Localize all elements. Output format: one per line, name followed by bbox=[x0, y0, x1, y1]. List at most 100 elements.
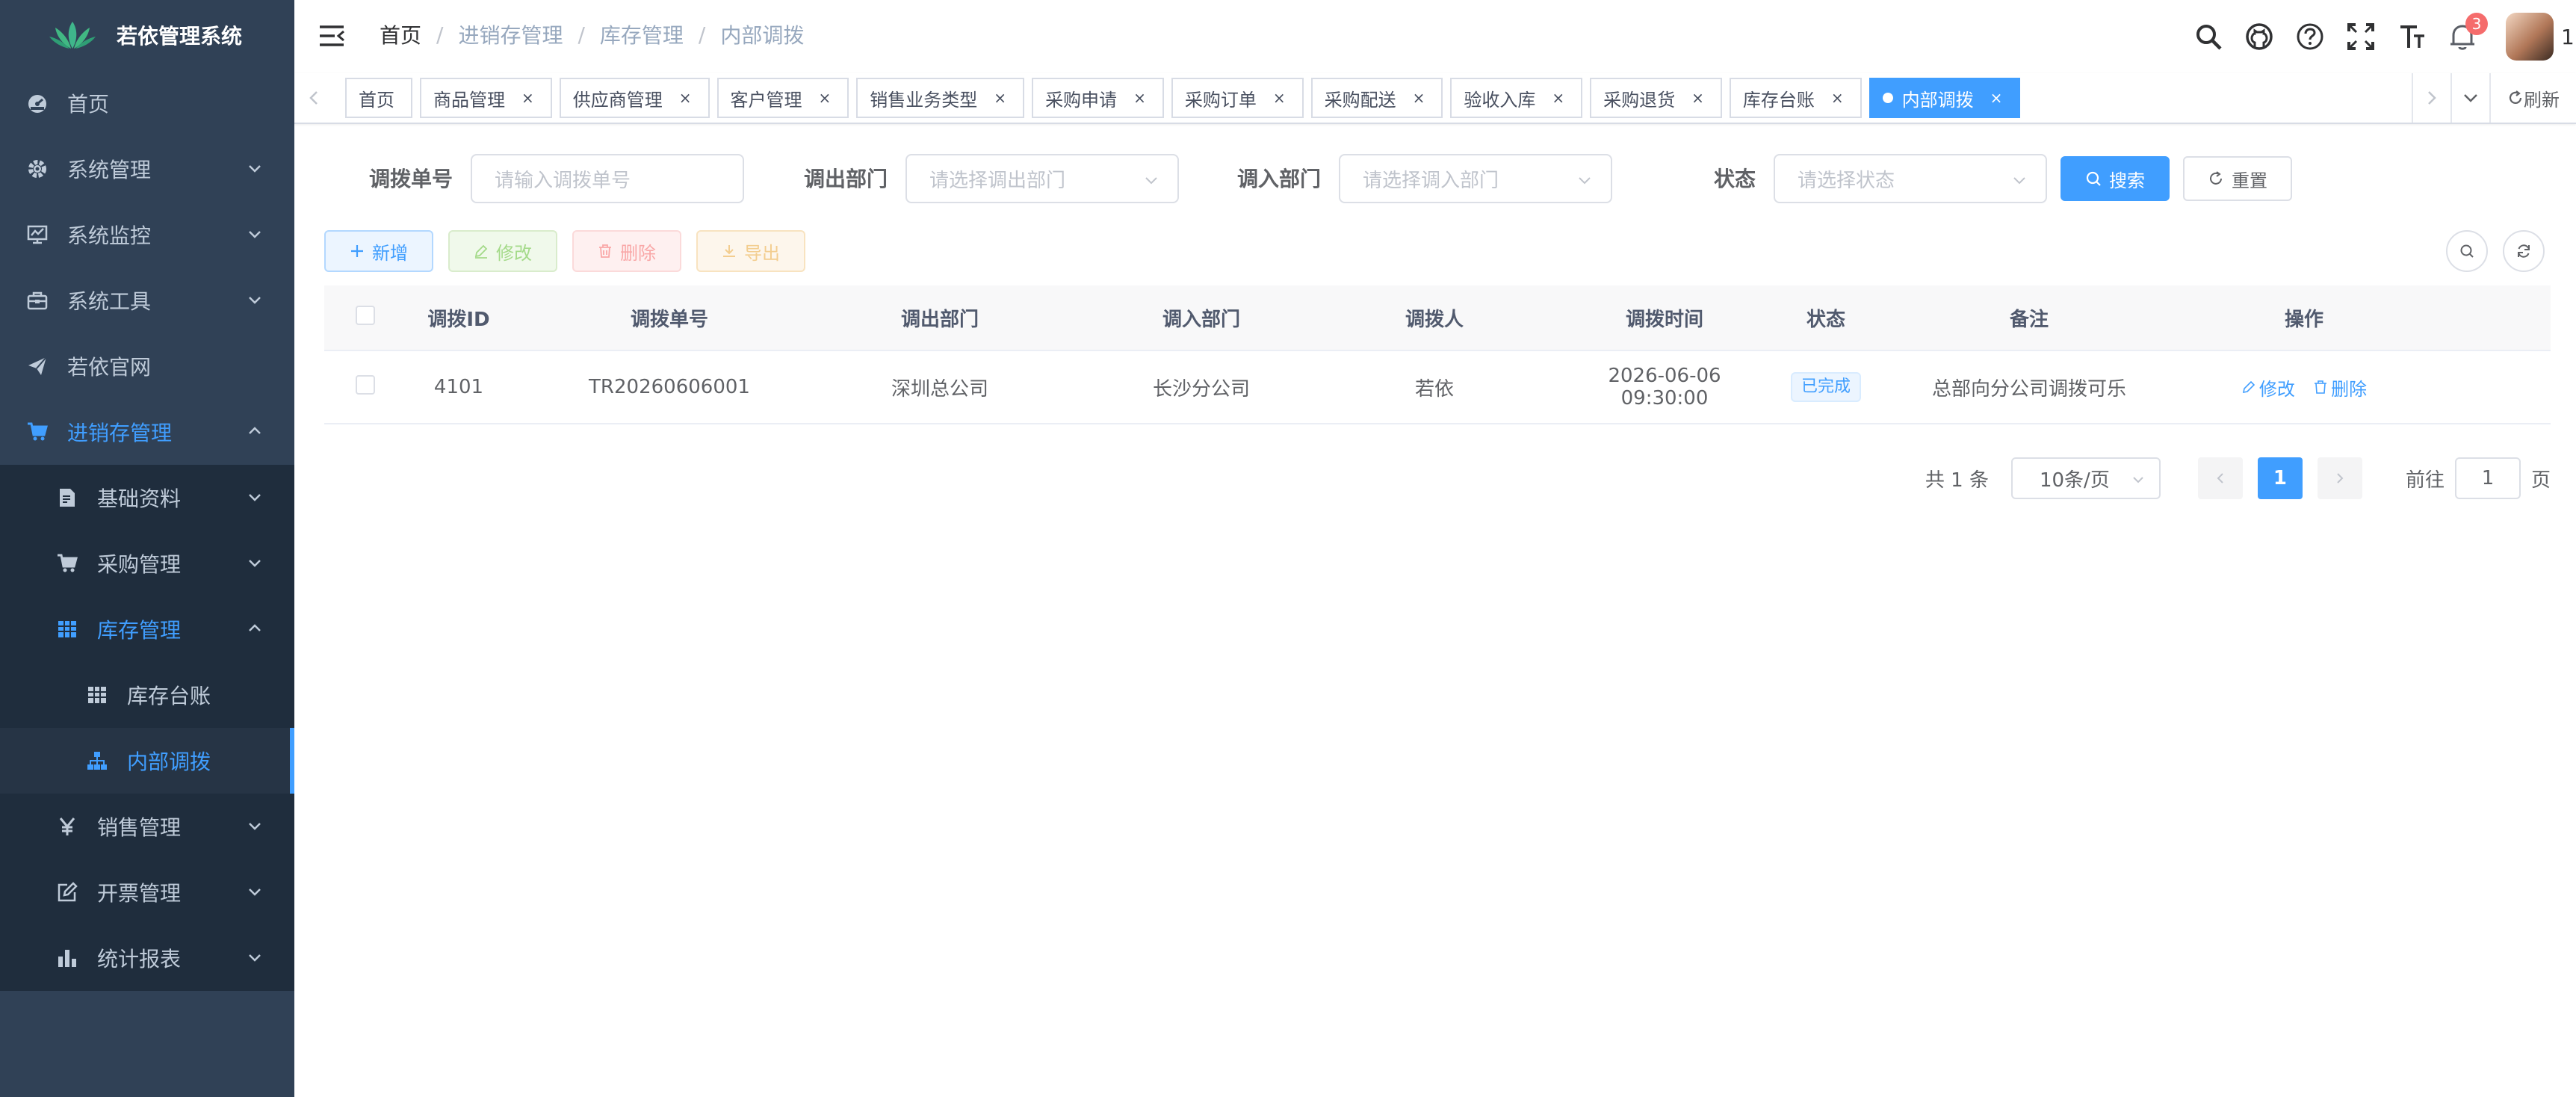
export-button[interactable]: 导出 bbox=[696, 230, 805, 272]
cell-actions: 修改 删除 bbox=[2207, 374, 2401, 401]
question-icon[interactable] bbox=[2295, 22, 2325, 52]
breadcrumb-separator: / bbox=[436, 22, 444, 47]
tag-item[interactable]: 采购申请 × bbox=[1032, 78, 1164, 118]
tag-label: 采购订单 bbox=[1184, 89, 1257, 111]
avatar[interactable] bbox=[2506, 13, 2554, 61]
sidebar-item-tools[interactable]: 系统工具 bbox=[0, 268, 294, 333]
navbar-right-menu: 3 1 bbox=[2173, 0, 2576, 73]
tag-item[interactable]: 销售业务类型 × bbox=[856, 78, 1025, 118]
tags-scroll-left-icon[interactable] bbox=[294, 73, 333, 123]
tags-dropdown-icon[interactable] bbox=[2450, 73, 2489, 123]
prev-page-button[interactable] bbox=[2197, 457, 2243, 499]
close-icon[interactable]: × bbox=[1552, 89, 1564, 107]
cell-transfer-person: 若依 bbox=[1414, 377, 1454, 401]
column-header: 调拨单号 bbox=[630, 308, 708, 331]
cell-transfer-no: TR20260606001 bbox=[589, 376, 750, 398]
close-icon[interactable]: × bbox=[994, 89, 1006, 107]
sidebar-item-invoice[interactable]: 开票管理 bbox=[0, 859, 294, 925]
sidebar-item-label: 系统管理 bbox=[67, 158, 152, 182]
sidebar-item-sales[interactable]: 销售管理 bbox=[0, 794, 294, 859]
toggle-search-button[interactable] bbox=[2446, 230, 2488, 272]
close-icon[interactable]: × bbox=[1990, 89, 2003, 107]
page-number[interactable]: 1 bbox=[2257, 457, 2303, 499]
close-icon[interactable]: × bbox=[1273, 89, 1286, 107]
edit-button[interactable]: 修改 bbox=[448, 230, 557, 272]
chevron-down-icon bbox=[249, 165, 261, 173]
tag-item[interactable]: 供应商管理 × bbox=[559, 78, 710, 118]
next-page-button[interactable] bbox=[2317, 457, 2362, 499]
fullscreen-icon[interactable] bbox=[2346, 22, 2376, 52]
tag-item-active[interactable]: 内部调拨 × bbox=[1868, 78, 2021, 118]
tag-item[interactable]: 采购配送 × bbox=[1310, 78, 1443, 118]
column-header: 调入部门 bbox=[1162, 308, 1240, 331]
hamburger-icon[interactable] bbox=[318, 24, 345, 48]
close-icon[interactable]: × bbox=[1831, 89, 1844, 107]
tag-item[interactable]: 采购订单 × bbox=[1171, 78, 1304, 118]
grid-icon bbox=[52, 614, 82, 644]
column-header: 备注 bbox=[2009, 308, 2049, 331]
row-edit-link[interactable]: 修改 bbox=[2241, 374, 2295, 401]
row-delete-link[interactable]: 删除 bbox=[2313, 374, 2367, 401]
close-icon[interactable]: × bbox=[1413, 89, 1425, 107]
sidebar-item-basic-data[interactable]: 基础资料 bbox=[0, 465, 294, 531]
select-all-checkbox[interactable] bbox=[356, 305, 375, 325]
sidebar-item-home[interactable]: 首页 bbox=[0, 70, 294, 136]
goto-page-input[interactable]: 1 bbox=[2454, 457, 2521, 499]
to-dept-select[interactable]: 请选择调入部门 bbox=[1339, 154, 1612, 203]
navbar: 首页 / 进销存管理 / 库存管理 / 内部调拨 3 1 bbox=[294, 0, 2576, 73]
tag-item[interactable]: 商品管理 × bbox=[420, 78, 552, 118]
delete-button[interactable]: 删除 bbox=[572, 230, 681, 272]
tag-item[interactable]: 首页 bbox=[345, 78, 412, 118]
sidebar-item-internal-transfer[interactable]: 内部调拨 bbox=[0, 728, 294, 794]
close-icon[interactable]: × bbox=[1691, 89, 1704, 107]
chevron-down-icon bbox=[249, 889, 261, 896]
download-icon bbox=[723, 245, 735, 257]
close-icon[interactable]: × bbox=[819, 89, 832, 107]
table-row[interactable]: 4101 TR20260606001 深圳总公司 长沙分公司 若依 2026-0… bbox=[324, 351, 2551, 424]
reset-button-label: 重置 bbox=[2232, 170, 2267, 191]
font-size-icon[interactable] bbox=[2397, 22, 2427, 52]
bell-icon[interactable]: 3 bbox=[2447, 13, 2488, 52]
close-icon[interactable]: × bbox=[521, 89, 534, 107]
breadcrumb-item: 内部调拨 bbox=[720, 23, 805, 48]
user-label[interactable]: 1 bbox=[2561, 25, 2576, 49]
close-icon[interactable]: × bbox=[679, 89, 692, 107]
sidebar-item-label: 开票管理 bbox=[97, 881, 182, 906]
transfer-no-input[interactable]: 请输入调拨单号 bbox=[471, 154, 744, 203]
sidebar-item-report[interactable]: 统计报表 bbox=[0, 925, 294, 991]
status-select[interactable]: 请选择状态 bbox=[1774, 154, 2047, 203]
main-content: 调拨单号 请输入调拨单号 调出部门 请选择调出部门 调入部门 请选择调入部门 状… bbox=[294, 126, 2576, 1097]
github-icon[interactable] bbox=[2244, 22, 2274, 52]
yen-icon bbox=[52, 812, 82, 841]
sidebar-item-inventory-sales[interactable]: 进销存管理 bbox=[0, 399, 294, 465]
close-icon[interactable]: × bbox=[1133, 89, 1146, 107]
tags-scroll-right-icon[interactable] bbox=[2412, 73, 2450, 123]
add-button[interactable]: 新增 bbox=[324, 230, 433, 272]
breadcrumb-item[interactable]: 首页 bbox=[380, 19, 421, 49]
refresh-table-button[interactable] bbox=[2503, 230, 2545, 272]
sidebar-item-system[interactable]: 系统管理 bbox=[0, 136, 294, 202]
row-checkbox[interactable] bbox=[356, 374, 375, 395]
sidebar-item-label: 销售管理 bbox=[97, 815, 182, 840]
goto-label: 前往 bbox=[2405, 469, 2445, 492]
tag-item[interactable]: 采购退货 × bbox=[1590, 78, 1722, 118]
refresh-button[interactable]: 刷新 bbox=[2489, 73, 2576, 123]
column-header: 调拨时间 bbox=[1625, 308, 1703, 331]
search-button[interactable]: 搜索 bbox=[2061, 156, 2170, 201]
tag-item[interactable]: 库存台账 × bbox=[1729, 78, 1862, 118]
from-dept-select[interactable]: 请选择调出部门 bbox=[905, 154, 1179, 203]
sidebar-item-purchase[interactable]: 采购管理 bbox=[0, 531, 294, 596]
reset-button[interactable]: 重置 bbox=[2183, 156, 2292, 201]
sidebar-item-website[interactable]: 若依官网 bbox=[0, 333, 294, 399]
page-size-select[interactable]: 10条/页 bbox=[2010, 457, 2161, 499]
sidebar-item-stock[interactable]: 库存管理 bbox=[0, 596, 294, 662]
tag-item[interactable]: 客户管理 × bbox=[716, 78, 849, 118]
search-icon[interactable] bbox=[2193, 22, 2223, 52]
send-icon bbox=[22, 351, 52, 381]
sidebar-item-stock-ledger[interactable]: 库存台账 bbox=[0, 662, 294, 728]
tag-label: 采购退货 bbox=[1603, 89, 1676, 111]
logo[interactable]: 若依管理系统 bbox=[0, 0, 294, 70]
tag-item[interactable]: 验收入库 × bbox=[1450, 78, 1583, 118]
table-toolbar: 新增 修改 删除 导出 bbox=[324, 230, 2551, 272]
sidebar-item-monitor[interactable]: 系统监控 bbox=[0, 202, 294, 268]
